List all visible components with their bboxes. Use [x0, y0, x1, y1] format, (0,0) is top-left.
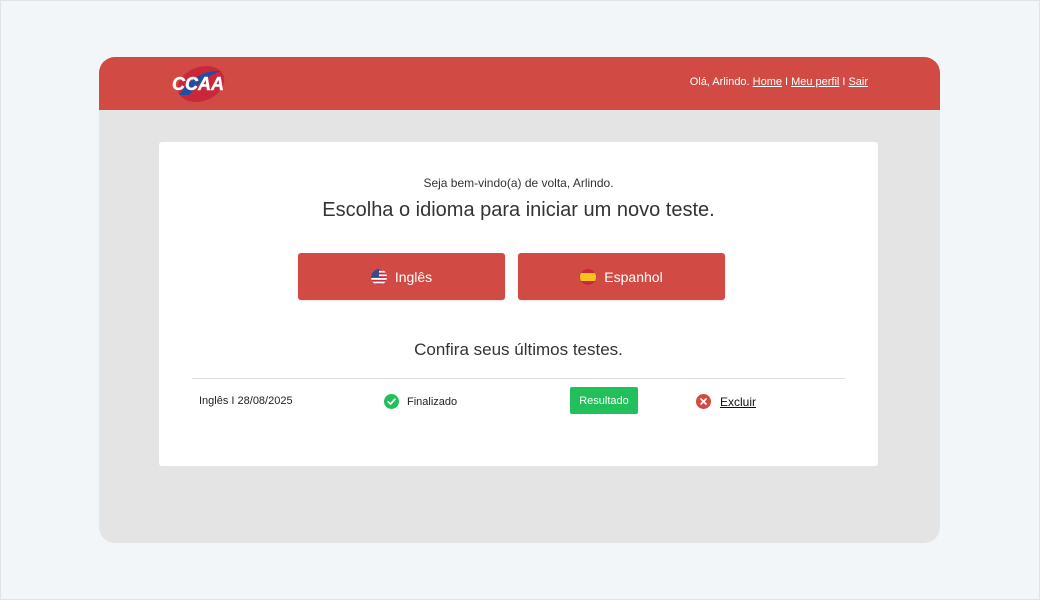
check-circle-icon [384, 394, 399, 409]
spanish-test-button[interactable]: Espanhol [518, 253, 725, 300]
us-flag-icon [370, 268, 387, 285]
x-circle-icon [696, 394, 711, 409]
result-button[interactable]: Resultado [570, 387, 638, 414]
recent-tests-title: Confira seus últimos testes. [414, 340, 623, 359]
welcome-text: Seja bem-vindo(a) de volta, Arlindo. [423, 176, 614, 190]
test-status: Finalizado [384, 394, 457, 409]
delete-link[interactable]: Excluir [720, 395, 756, 409]
app-window: CCAA Olá, Arlindo. Home I Meu perfil I Sair … [99, 57, 940, 543]
test-language-date: Inglês I 28/08/2025 [199, 395, 293, 407]
page-title: Escolha o idioma para iniciar um novo te… [322, 199, 715, 221]
status-label: Finalizado [407, 395, 458, 408]
main-card: Seja bem-vindo(a) de volta, Arlindo. Esc… [159, 142, 878, 466]
user-navigation: Olá, Arlindo. Home I Meu perfil I Sair [690, 76, 868, 88]
spanish-button-label: Espanhol [604, 268, 663, 285]
top-navbar: CCAA Olá, Arlindo. Home I Meu perfil I Sair [99, 57, 940, 110]
profile-link[interactable]: Meu perfil [791, 76, 839, 88]
english-button-label: Inglês [394, 268, 433, 285]
ccaa-logo-graphic: CCAA [172, 66, 225, 102]
user-greeting: Olá, Arlindo. [689, 76, 750, 88]
spain-flag-icon [580, 268, 597, 285]
english-test-button[interactable]: Inglês [298, 253, 505, 300]
home-link[interactable]: Home [753, 76, 782, 88]
logout-link[interactable]: Sair [848, 76, 868, 88]
svg-text:CCAA: CCAA [172, 74, 224, 94]
delete-action[interactable]: Excluir [696, 394, 756, 409]
nav-separator: I [785, 76, 789, 88]
ccaa-logo[interactable]: CCAA [167, 65, 229, 103]
table-row: Inglês I 28/08/2025 Finalizado Resultado… [159, 379, 878, 425]
